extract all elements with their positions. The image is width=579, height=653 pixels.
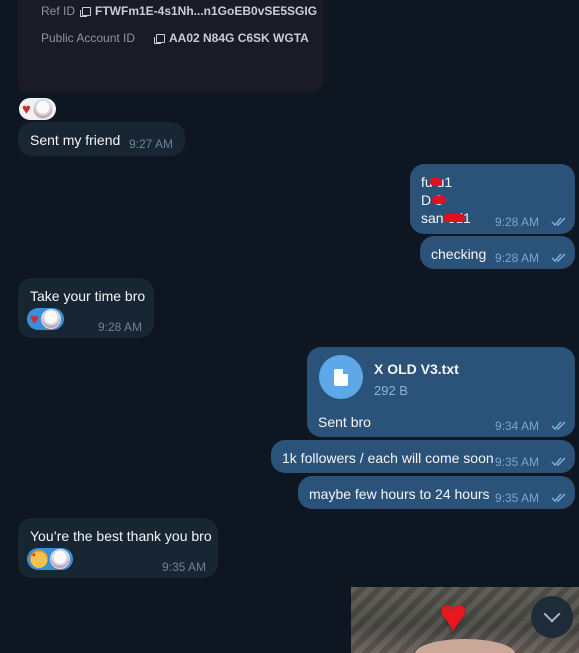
reaction-badge[interactable] (27, 548, 73, 570)
heart-icon: ♥ (30, 310, 39, 328)
message-time: 9:35 AM (495, 491, 540, 505)
message-outgoing-file[interactable]: X OLD V3.txt 292 B Sent bro 9:34 AM (307, 347, 575, 437)
message-time: 9:34 AM (495, 419, 540, 433)
account-info-card: Ref ID FTWFm1E-4s1Nh...n1GoEB0vSE5SGIG P… (18, 0, 323, 92)
heart-eyes-emoji-icon (30, 550, 48, 568)
message-incoming[interactable]: You’re the best thank you bro 9:35 AM (18, 518, 218, 578)
double-check-icon (551, 253, 566, 263)
chevron-down-icon (543, 605, 561, 623)
public-id-label: Public Account ID (41, 31, 136, 45)
chat-area: Ref ID FTWFm1E-4s1Nh...n1GoEB0vSE5SGIG P… (0, 0, 579, 653)
message-outgoing[interactable]: maybe few hours to 24 hours 9:35 AM (298, 476, 575, 509)
reaction-badge[interactable]: ♥ (27, 308, 64, 330)
reaction-badge[interactable]: ♥ (19, 98, 56, 120)
message-text: maybe few hours to 24 hours (309, 486, 490, 502)
scroll-down-button[interactable] (531, 596, 573, 638)
message-text: 1k followers / each will come soon (282, 450, 494, 466)
ref-id-value[interactable]: FTWFm1E-4s1Nh...n1GoEB0vSE5SGIG (80, 4, 317, 18)
message-text: Take your time bro (30, 288, 146, 304)
message-text: You’re the best thank you bro (30, 528, 212, 544)
message-incoming[interactable]: Take your time bro ♥ 9:28 AM (18, 278, 154, 338)
file-size: 292 B (374, 383, 408, 398)
reactor-avatar (50, 549, 70, 569)
message-incoming[interactable]: Sent my friend 9:27 AM (18, 122, 185, 156)
redaction-mark (443, 214, 465, 222)
redaction-mark (432, 196, 446, 204)
document-icon[interactable] (319, 355, 363, 399)
message-text: Sent my friend (30, 132, 121, 148)
reactor-avatar (32, 99, 53, 119)
double-check-icon (551, 217, 566, 227)
double-check-icon (551, 493, 566, 503)
reactor-avatar (40, 309, 61, 329)
message-text: checking (431, 246, 487, 262)
message-time: 9:35 AM (495, 455, 540, 469)
ref-id-label: Ref ID (41, 4, 76, 18)
heart-icon: ♥ (22, 100, 31, 118)
double-check-icon (551, 421, 566, 431)
message-outgoing[interactable]: fu u1 D 8 san ed1 9:28 AM (410, 164, 575, 234)
public-id-value[interactable]: AA02 N84G C6SK WGTA (154, 31, 309, 45)
message-outgoing[interactable]: checking 9:28 AM (420, 236, 575, 269)
message-text: Sent bro (318, 414, 371, 430)
message-time: 9:28 AM (495, 215, 540, 229)
redaction-mark (430, 178, 442, 186)
heart-icon: ♥ (439, 590, 468, 643)
copy-icon[interactable] (80, 6, 91, 17)
file-name[interactable]: X OLD V3.txt (374, 361, 459, 377)
message-time: 9:35 AM (162, 560, 207, 574)
copy-icon[interactable] (154, 33, 165, 44)
double-check-icon (551, 457, 566, 467)
message-time: 9:28 AM (495, 251, 540, 265)
message-outgoing[interactable]: 1k followers / each will come soon 9:35 … (271, 440, 575, 473)
message-time: 9:28 AM (98, 320, 143, 334)
message-time: 9:27 AM (129, 137, 174, 151)
